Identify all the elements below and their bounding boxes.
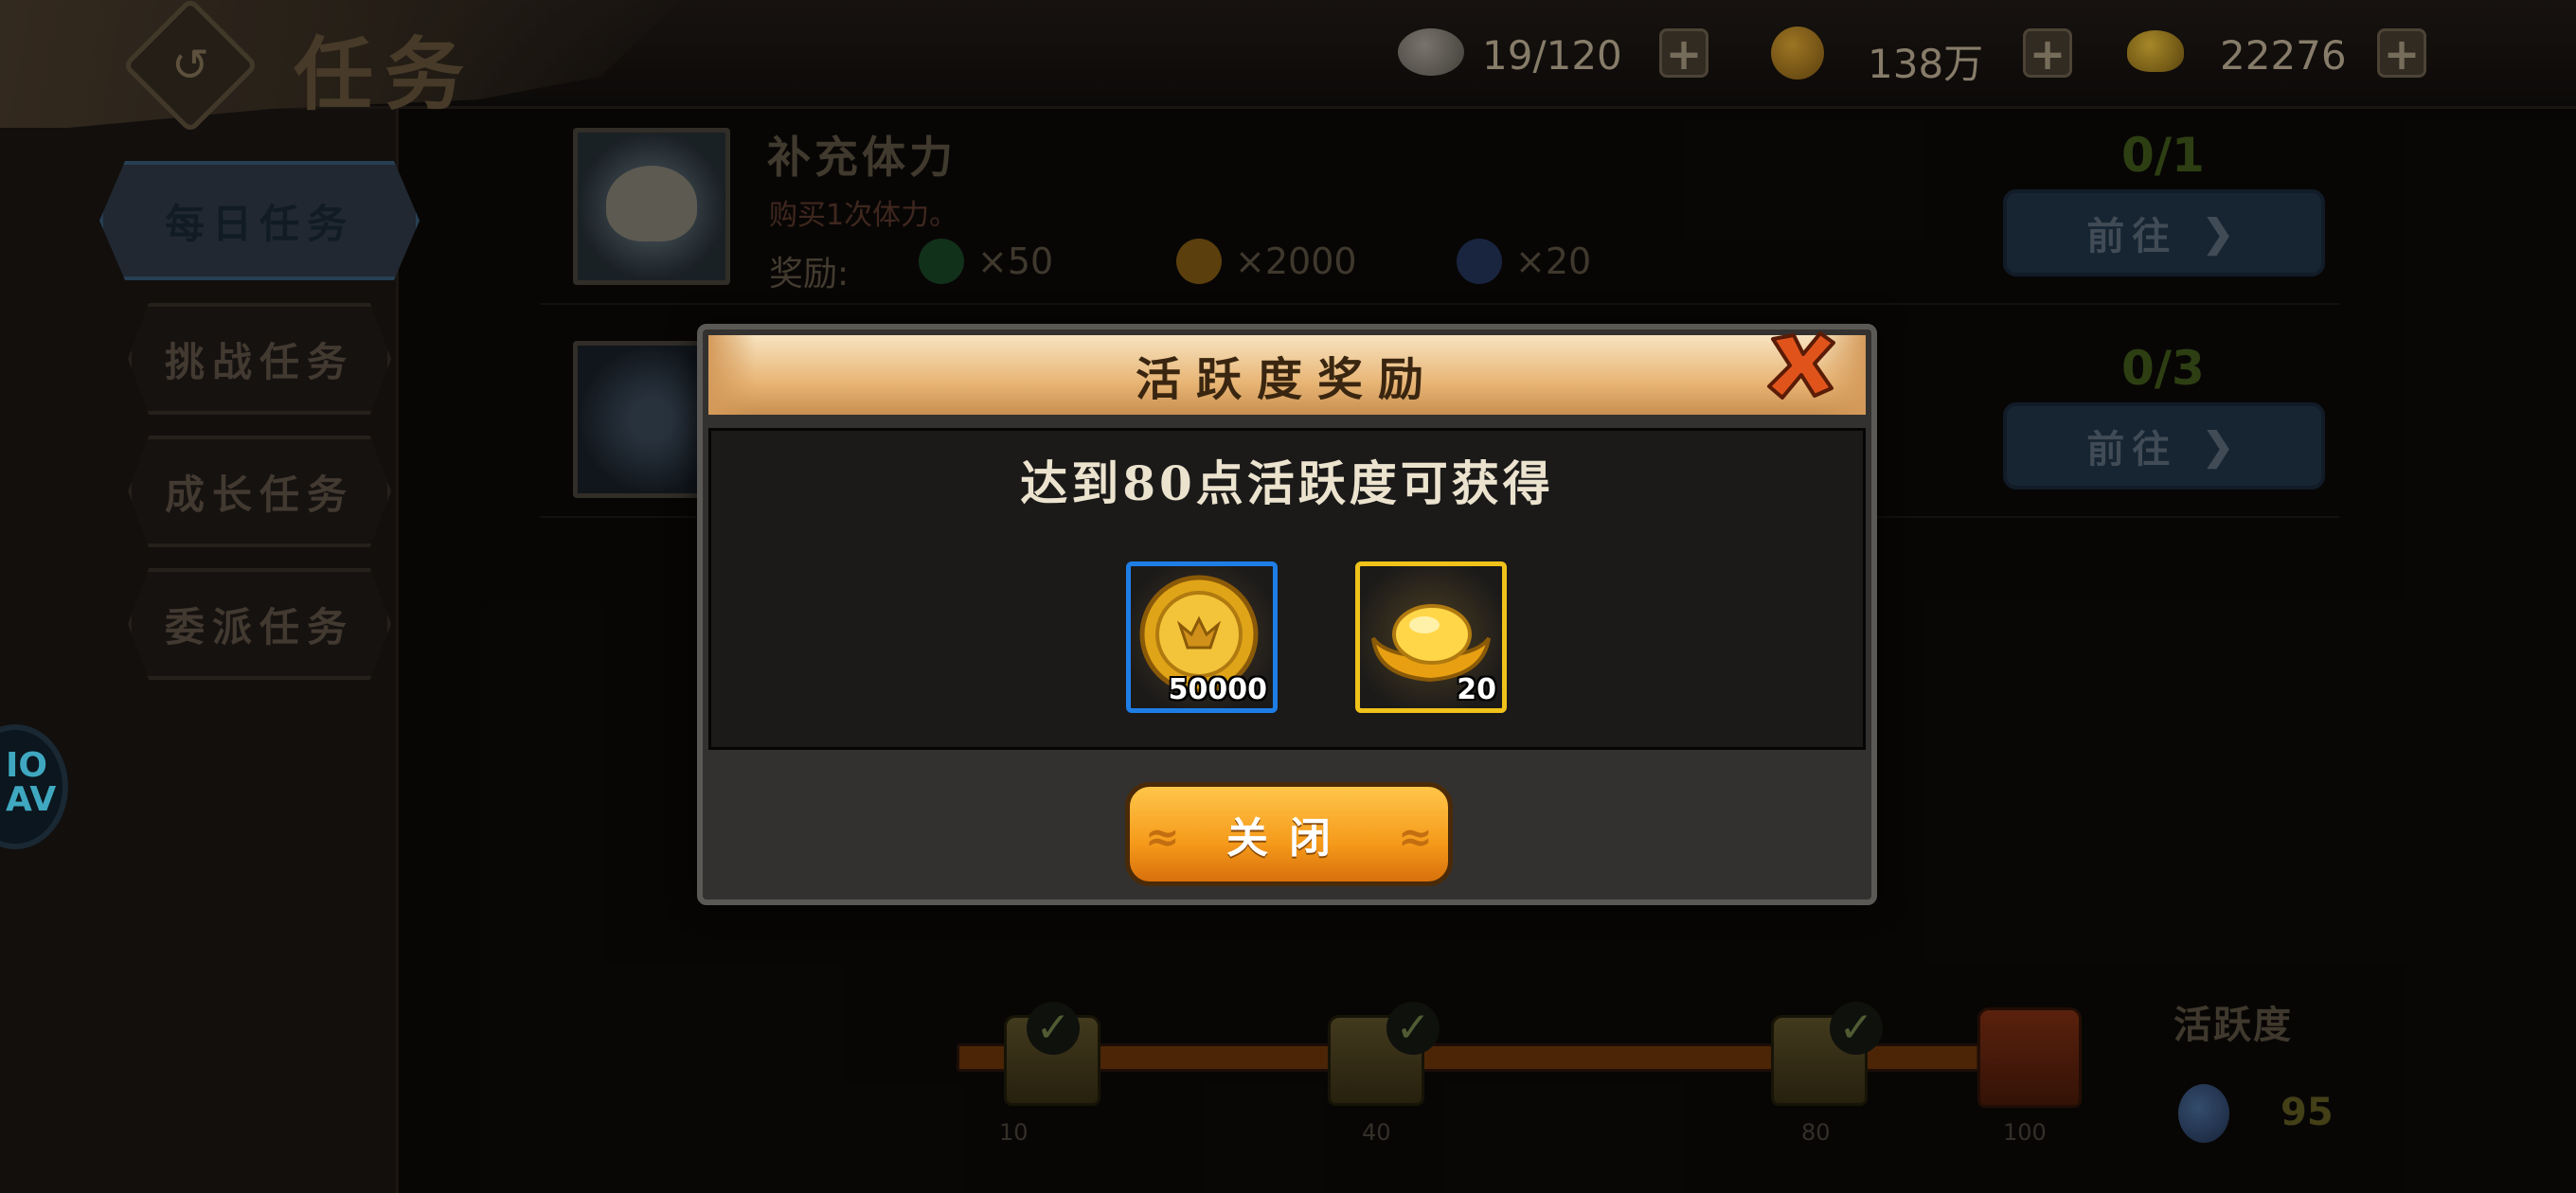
reward-dialog: 活跃度奖励 达到80点活跃度可获得 50000 20 关闭 — [697, 324, 1877, 905]
dialog-body: 达到80点活跃度可获得 50000 20 — [708, 428, 1866, 750]
reward-count: 20 — [1457, 673, 1496, 706]
reward-slot-ingot[interactable]: 20 — [1355, 561, 1507, 713]
reward-count: 50000 — [1168, 673, 1267, 706]
dialog-title: 活跃度奖励 — [1135, 353, 1439, 406]
dialog-header: 活跃度奖励 — [708, 335, 1866, 415]
close-x-icon[interactable] — [1762, 326, 1841, 405]
reward-slot-coin[interactable]: 50000 — [1126, 561, 1278, 713]
close-button[interactable]: 关闭 — [1125, 782, 1453, 886]
dialog-message: 达到80点活跃度可获得 — [1020, 455, 1554, 511]
